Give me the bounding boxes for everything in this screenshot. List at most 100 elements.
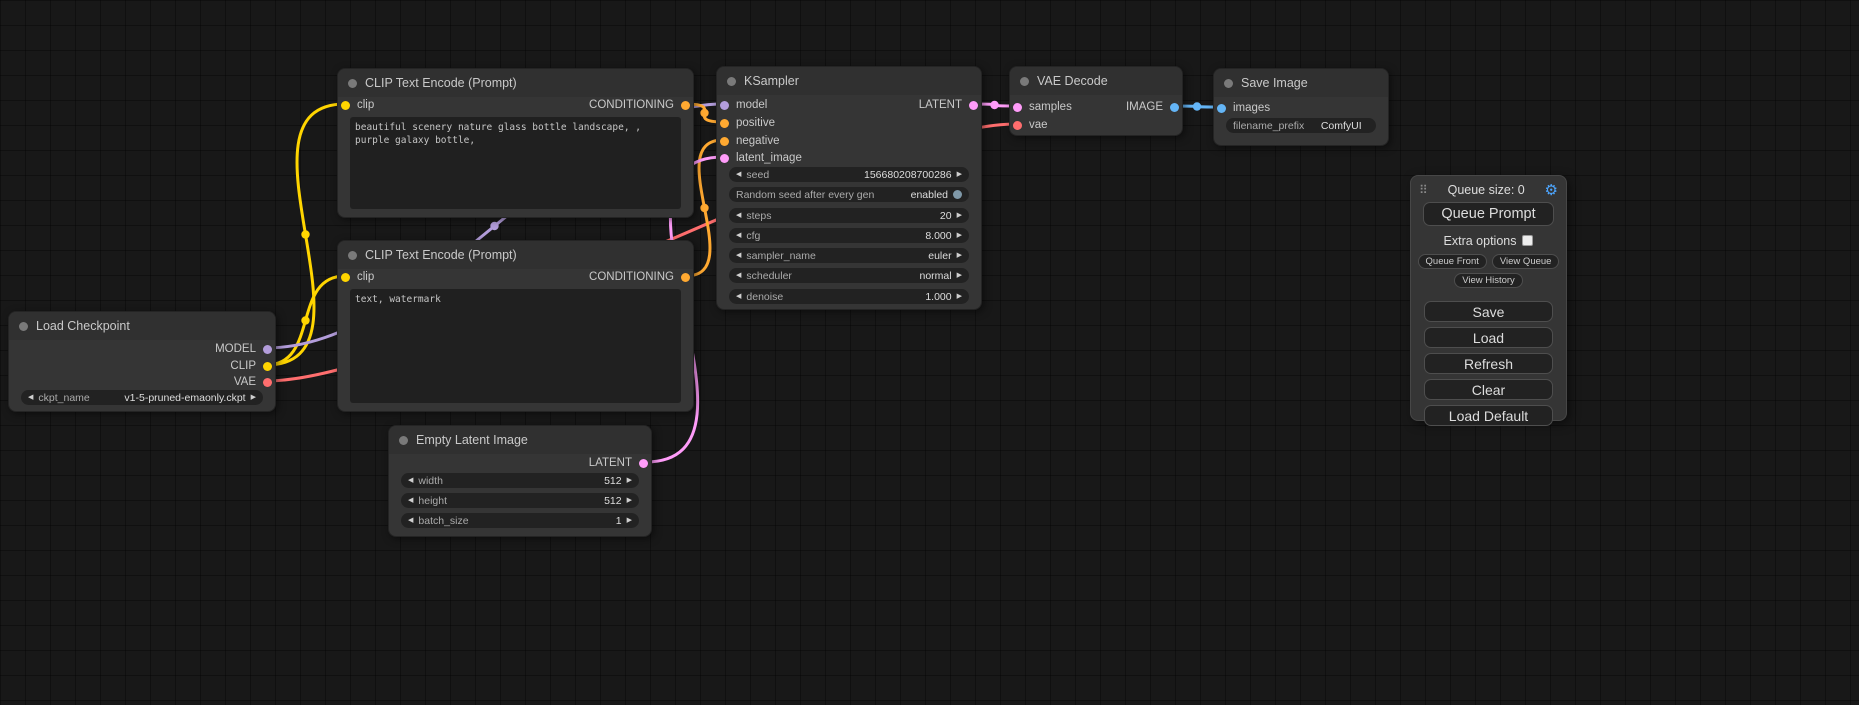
slot-dot[interactable] <box>639 459 648 468</box>
extra-options-checkbox[interactable] <box>1522 235 1533 246</box>
widget-random-seed-toggle[interactable]: Random seed after every gen enabled <box>729 187 969 202</box>
slot-dot[interactable] <box>720 154 729 163</box>
slot-dot[interactable] <box>969 101 978 110</box>
slot-dot[interactable] <box>681 273 690 282</box>
widget-filename-prefix[interactable]: filename_prefix ComfyUI <box>1226 118 1376 133</box>
output-slot-conditioning[interactable]: CONDITIONING <box>589 98 690 112</box>
load-button[interactable]: Load <box>1424 327 1553 348</box>
output-slot-model[interactable]: MODEL <box>215 342 272 356</box>
next-arrow-icon[interactable]: ▶ <box>957 248 962 263</box>
node-title-bar[interactable]: VAE Decode <box>1010 67 1182 95</box>
next-arrow-icon[interactable]: ▶ <box>957 208 962 223</box>
next-arrow-icon[interactable]: ▶ <box>957 228 962 243</box>
slot-dot[interactable] <box>1013 103 1022 112</box>
collapse-dot-icon[interactable] <box>1224 79 1233 88</box>
prev-arrow-icon[interactable]: ◀ <box>736 228 741 243</box>
slot-dot[interactable] <box>341 101 350 110</box>
prev-arrow-icon[interactable]: ◀ <box>408 493 413 508</box>
collapse-dot-icon[interactable] <box>727 77 736 86</box>
node-title-bar[interactable]: Save Image <box>1214 69 1388 97</box>
widget-seed[interactable]: ◀ seed 156680208700286 ▶ <box>729 167 969 182</box>
widget-scheduler[interactable]: ◀ scheduler normal ▶ <box>729 268 969 283</box>
collapse-dot-icon[interactable] <box>399 436 408 445</box>
slot-dot[interactable] <box>263 378 272 387</box>
slot-dot[interactable] <box>681 101 690 110</box>
widget-denoise[interactable]: ◀ denoise 1.000 ▶ <box>729 289 969 304</box>
node-load-checkpoint[interactable]: Load Checkpoint MODEL CLIP VAE ◀ ckpt_na… <box>8 311 276 412</box>
input-slot-images[interactable]: images <box>1217 101 1270 115</box>
input-slot-positive[interactable]: positive <box>720 116 775 130</box>
node-title-bar[interactable]: CLIP Text Encode (Prompt) <box>338 241 693 269</box>
output-slot-image[interactable]: IMAGE <box>1126 100 1179 114</box>
output-slot-conditioning[interactable]: CONDITIONING <box>589 270 690 284</box>
collapse-dot-icon[interactable] <box>1020 77 1029 86</box>
output-slot-clip[interactable]: CLIP <box>230 359 272 373</box>
node-clip-text-encode-positive[interactable]: CLIP Text Encode (Prompt) clip CONDITION… <box>337 68 694 218</box>
node-title-bar[interactable]: Load Checkpoint <box>9 312 275 340</box>
view-queue-button[interactable]: View Queue <box>1492 254 1560 269</box>
input-slot-latent-image[interactable]: latent_image <box>720 151 802 165</box>
prev-arrow-icon[interactable]: ◀ <box>736 268 741 283</box>
prev-arrow-icon[interactable]: ◀ <box>28 390 33 405</box>
prev-arrow-icon[interactable]: ◀ <box>736 208 741 223</box>
prev-arrow-icon[interactable]: ◀ <box>408 513 413 528</box>
save-button[interactable]: Save <box>1424 301 1553 322</box>
node-title-bar[interactable]: CLIP Text Encode (Prompt) <box>338 69 693 97</box>
queue-front-button[interactable]: Queue Front <box>1418 254 1487 269</box>
prev-arrow-icon[interactable]: ◀ <box>736 289 741 304</box>
slot-dot[interactable] <box>341 273 350 282</box>
collapse-dot-icon[interactable] <box>348 79 357 88</box>
settings-gear-icon[interactable]: ⚙ <box>1545 183 1558 198</box>
view-history-button[interactable]: View History <box>1454 273 1523 288</box>
node-ksampler[interactable]: KSampler model positive negative latent_… <box>716 66 982 310</box>
next-arrow-icon[interactable]: ▶ <box>957 167 962 182</box>
next-arrow-icon[interactable]: ▶ <box>627 493 632 508</box>
input-slot-vae[interactable]: vae <box>1013 118 1048 132</box>
input-slot-samples[interactable]: samples <box>1013 100 1072 114</box>
output-slot-vae[interactable]: VAE <box>234 375 272 389</box>
widget-batch-size[interactable]: ◀ batch_size 1 ▶ <box>401 513 639 528</box>
prev-arrow-icon[interactable]: ◀ <box>736 167 741 182</box>
slot-dot[interactable] <box>1170 103 1179 112</box>
next-arrow-icon[interactable]: ▶ <box>957 268 962 283</box>
slot-dot[interactable] <box>263 362 272 371</box>
widget-width[interactable]: ◀ width 512 ▶ <box>401 473 639 488</box>
prev-arrow-icon[interactable]: ◀ <box>408 473 413 488</box>
next-arrow-icon[interactable]: ▶ <box>627 473 632 488</box>
collapse-dot-icon[interactable] <box>19 322 28 331</box>
node-empty-latent-image[interactable]: Empty Latent Image LATENT ◀ width 512 ▶ … <box>388 425 652 537</box>
next-arrow-icon[interactable]: ▶ <box>627 513 632 528</box>
widget-sampler-name[interactable]: ◀ sampler_name euler ▶ <box>729 248 969 263</box>
toggle-knob-icon[interactable] <box>953 190 962 199</box>
prompt-textarea[interactable]: text, watermark <box>350 289 681 403</box>
slot-dot[interactable] <box>720 101 729 110</box>
slot-dot[interactable] <box>1217 104 1226 113</box>
output-slot-latent[interactable]: LATENT <box>589 456 648 470</box>
slot-dot[interactable] <box>720 119 729 128</box>
collapse-dot-icon[interactable] <box>348 251 357 260</box>
widget-cfg[interactable]: ◀ cfg 8.000 ▶ <box>729 228 969 243</box>
slot-dot[interactable] <box>263 345 272 354</box>
node-title-bar[interactable]: KSampler <box>717 67 981 95</box>
graph-canvas[interactable]: Load Checkpoint MODEL CLIP VAE ◀ ckpt_na… <box>0 0 1859 705</box>
widget-steps[interactable]: ◀ steps 20 ▶ <box>729 208 969 223</box>
input-slot-model[interactable]: model <box>720 98 767 112</box>
node-save-image[interactable]: Save Image images filename_prefix ComfyU… <box>1213 68 1389 146</box>
widget-height[interactable]: ◀ height 512 ▶ <box>401 493 639 508</box>
input-slot-clip[interactable]: clip <box>341 270 374 284</box>
slot-dot[interactable] <box>1013 121 1022 130</box>
refresh-button[interactable]: Refresh <box>1424 353 1553 374</box>
widget-ckpt-name[interactable]: ◀ ckpt_name v1-5-pruned-emaonly.ckpt ▶ <box>21 390 263 405</box>
slot-dot[interactable] <box>720 137 729 146</box>
node-clip-text-encode-negative[interactable]: CLIP Text Encode (Prompt) clip CONDITION… <box>337 240 694 412</box>
node-vae-decode[interactable]: VAE Decode samples vae IMAGE <box>1009 66 1183 136</box>
input-slot-clip[interactable]: clip <box>341 98 374 112</box>
output-slot-latent[interactable]: LATENT <box>919 98 978 112</box>
drag-handle-icon[interactable]: ⠿ <box>1419 183 1428 197</box>
next-arrow-icon[interactable]: ▶ <box>957 289 962 304</box>
load-default-button[interactable]: Load Default <box>1424 405 1553 426</box>
prompt-textarea[interactable]: beautiful scenery nature glass bottle la… <box>350 117 681 209</box>
input-slot-negative[interactable]: negative <box>720 134 779 148</box>
clear-button[interactable]: Clear <box>1424 379 1553 400</box>
queue-prompt-button[interactable]: Queue Prompt <box>1423 202 1554 226</box>
